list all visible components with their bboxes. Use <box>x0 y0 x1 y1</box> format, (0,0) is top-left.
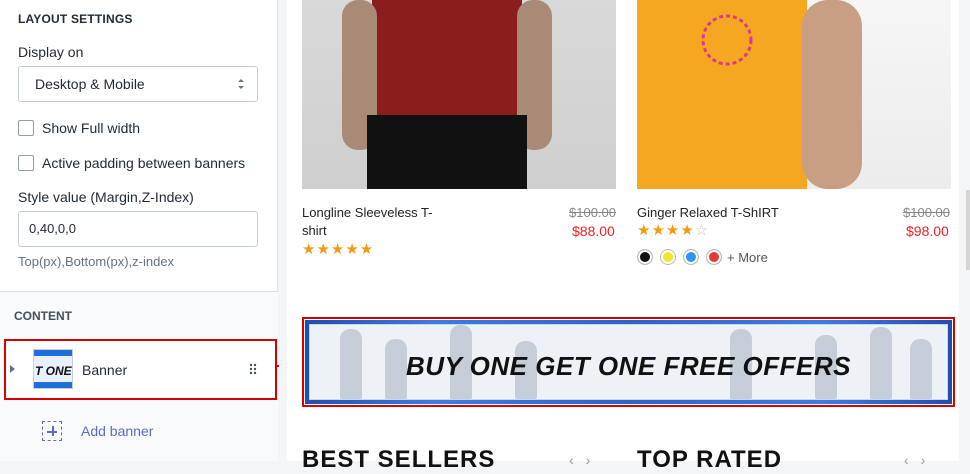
preview-page: Longline Sleeveless T- shirt $100.00 $88… <box>287 0 959 473</box>
select-caret-icon <box>238 79 244 89</box>
product-price: $88.00 <box>572 223 615 239</box>
top-rated-nav[interactable]: ‹› <box>904 452 937 468</box>
promo-banner-highlight[interactable]: BUY ONE GET ONE FREE OFFERS <box>302 317 955 407</box>
style-value-input[interactable]: 0,40,0,0 <box>18 211 258 247</box>
product-old-price: $100.00 <box>903 205 950 220</box>
swatch-blue[interactable] <box>683 249 699 265</box>
product-price: $98.00 <box>906 223 949 239</box>
add-icon <box>42 421 62 441</box>
style-value-label: Style value (Margin,Z-Index) <box>18 189 194 205</box>
product-name[interactable]: Ginger Relaxed T-ShIRT <box>637 204 779 222</box>
storefront-preview: Longline Sleeveless T- shirt $100.00 $88… <box>279 0 970 473</box>
banner-thumbnail-text: T ONE I <box>35 364 72 378</box>
model-orange-tank-image <box>637 0 862 189</box>
add-banner-button[interactable]: Add banner <box>42 421 153 441</box>
product-old-price: $100.00 <box>569 205 616 220</box>
banner-thumbnail: T ONE I <box>33 349 73 389</box>
banner-item-label: Banner <box>82 362 128 378</box>
settings-sidebar: LAYOUT SETTINGS Display on Desktop & Mob… <box>0 0 278 461</box>
display-on-select[interactable]: Desktop & Mobile <box>18 66 258 102</box>
active-padding-checkbox[interactable]: Active padding between banners <box>18 154 245 172</box>
active-padding-label: Active padding between banners <box>42 155 246 171</box>
swatch-black[interactable] <box>637 249 653 265</box>
scrollbar[interactable] <box>966 190 970 270</box>
product-name[interactable]: Longline Sleeveless T- shirt <box>302 204 433 240</box>
best-sellers-nav[interactable]: ‹› <box>569 452 602 468</box>
model-red-tshirt-image <box>342 0 552 189</box>
promo-banner-text: BUY ONE GET ONE FREE OFFERS <box>406 351 851 381</box>
rating-stars: ★★★★☆ <box>637 222 710 239</box>
expand-arrow-icon[interactable] <box>10 365 15 373</box>
show-full-width-checkbox[interactable]: Show Full width <box>18 119 140 137</box>
product-image[interactable] <box>637 0 951 189</box>
more-colors-link[interactable]: + More <box>727 250 768 265</box>
display-on-label: Display on <box>18 44 84 60</box>
show-full-width-label: Show Full width <box>42 120 141 136</box>
banner-list-item[interactable]: T ONE I Banner <box>4 339 277 400</box>
promo-banner[interactable]: BUY ONE GET ONE FREE OFFERS <box>305 320 952 404</box>
product-image[interactable] <box>302 0 616 189</box>
checkbox-box[interactable] <box>18 120 34 136</box>
display-on-value: Desktop & Mobile <box>35 76 145 92</box>
swatch-yellow[interactable] <box>660 249 676 265</box>
add-banner-label: Add banner <box>81 423 154 439</box>
section-title-best-sellers: BEST SELLERS <box>302 446 496 473</box>
style-value-hint: Top(px),Bottom(px),z-index <box>18 254 175 269</box>
drag-handle-icon[interactable] <box>249 363 257 375</box>
section-title-top-rated: TOP RATED <box>637 446 783 473</box>
layout-settings-heading: LAYOUT SETTINGS <box>18 12 133 26</box>
promo-banner-inner: BUY ONE GET ONE FREE OFFERS <box>309 324 948 400</box>
color-swatches: + More <box>637 249 768 265</box>
checkbox-box[interactable] <box>18 155 34 171</box>
swatch-red[interactable] <box>706 249 722 265</box>
rating-stars: ★★★★★ <box>302 241 375 258</box>
content-heading: CONTENT <box>14 309 72 323</box>
